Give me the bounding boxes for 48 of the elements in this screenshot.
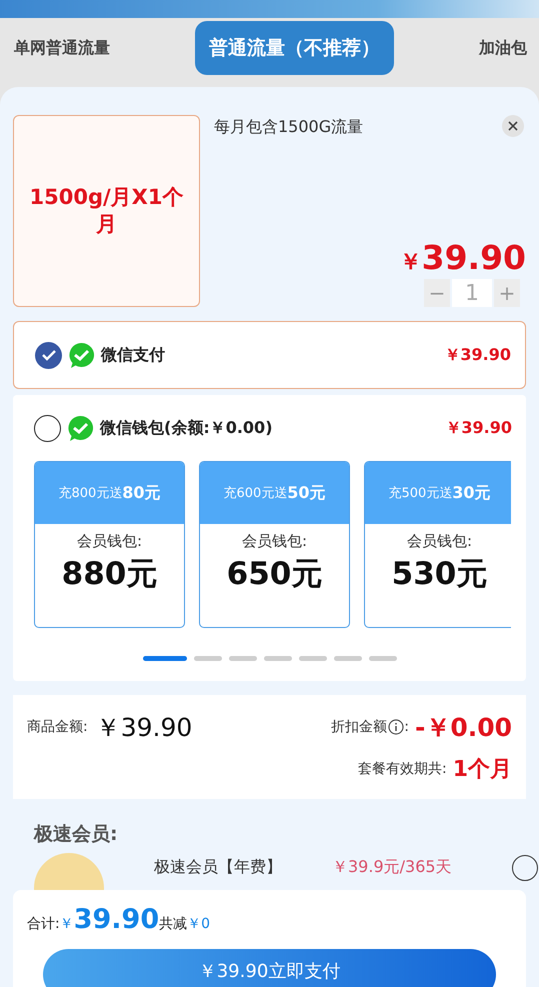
close-icon	[508, 121, 518, 131]
wallet-label: 会员钱包:	[406, 532, 472, 551]
recharge-card[interactable]: 充600元送50元 会员钱包: 650元	[199, 461, 350, 628]
recharge-card[interactable]: 充500元送30元 会员钱包: 530元	[364, 461, 511, 628]
radio-button[interactable]	[34, 414, 61, 442]
wallet-amount: 650元	[226, 555, 322, 594]
currency-symbol: ￥	[60, 915, 74, 933]
saved-amount: ￥0	[187, 915, 210, 933]
discount-amount: -￥0.00	[414, 712, 512, 744]
discount-colon: :	[404, 719, 409, 735]
member-plan-price: ￥39.9元/365天	[332, 857, 452, 878]
validity-value: 1个月	[452, 756, 512, 784]
wallet-label: 会员钱包:	[242, 532, 308, 551]
promo-banner: 充600元送50元	[200, 462, 349, 524]
recharge-card[interactable]: 充800元送80元 会员钱包: 880元	[34, 461, 185, 628]
promo-banner: 充800元送80元	[35, 462, 184, 524]
validity-label: 套餐有效期共:	[358, 760, 447, 778]
package-card: 1500g/月X1个月	[13, 115, 200, 307]
package-description: 每月包含1500G流量	[214, 117, 364, 138]
tab[interactable]: 单网普通流量	[10, 32, 114, 64]
info-icon[interactable]	[388, 719, 404, 735]
tab[interactable]: 加油包	[475, 32, 531, 64]
discount-label: 折扣金额	[331, 718, 388, 736]
payment-label: 微信支付	[101, 344, 165, 366]
package-price: ￥39.90	[398, 238, 526, 277]
goods-amount: ￥39.90	[96, 712, 192, 744]
payment-price: ￥39.90	[445, 418, 512, 438]
chat-check-icon	[68, 342, 95, 368]
section-heading: 极速会员:	[34, 822, 119, 847]
payment-label: 微信钱包(余额:￥0.00)	[100, 418, 272, 438]
wallet-amount: 880元	[62, 555, 158, 594]
member-plan-name: 极速会员【年费】	[154, 857, 282, 878]
close-button[interactable]	[502, 115, 524, 137]
total-label: 合计:	[27, 915, 60, 933]
radio-button[interactable]	[512, 855, 538, 881]
saved-label: 共减	[159, 915, 188, 933]
chat-check-icon	[67, 414, 94, 442]
radio-button[interactable]	[35, 342, 62, 368]
tab[interactable]: 普通流量（不推荐）	[195, 21, 394, 75]
pay-button[interactable]: ￥39.90立即支付	[43, 949, 496, 987]
total-amount: 39.90	[74, 904, 160, 935]
goods-label: 商品金额:	[27, 718, 88, 736]
check-icon	[40, 349, 56, 361]
wallet-amount: 530元	[392, 555, 488, 594]
payment-option[interactable]: 微信支付 ￥39.90	[13, 321, 526, 389]
payment-price: ￥39.90	[444, 344, 511, 366]
promo-banner: 充500元送30元	[365, 462, 511, 524]
wallet-label: 会员钱包:	[76, 532, 142, 551]
